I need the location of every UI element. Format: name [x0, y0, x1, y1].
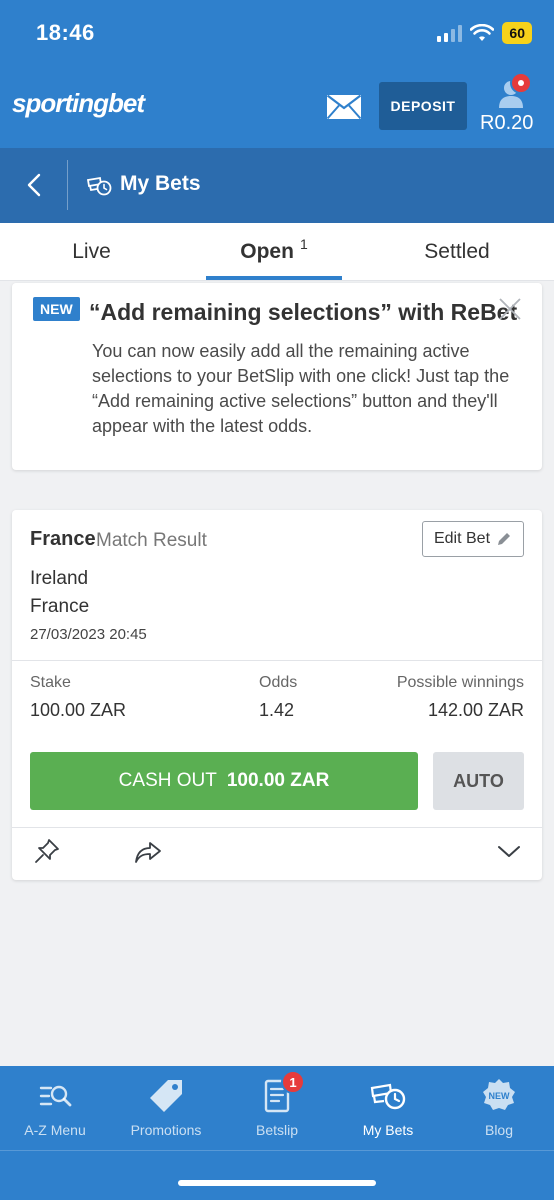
battery-indicator: 60: [502, 22, 532, 44]
cash-out-button[interactable]: CASH OUT 100.00 ZAR: [30, 752, 418, 810]
edit-bet-button[interactable]: Edit Bet: [422, 521, 524, 557]
svg-text:NEW: NEW: [489, 1091, 511, 1101]
nav-blog[interactable]: NEW Blog: [444, 1066, 554, 1150]
bet-market: Match Result: [96, 530, 207, 551]
event-datetime: 27/03/2023 20:45: [30, 626, 147, 643]
pin-icon[interactable]: [34, 838, 60, 864]
mail-icon[interactable]: [326, 94, 362, 120]
status-indicators: 60: [437, 22, 532, 44]
tab-open[interactable]: Open 1: [206, 223, 342, 281]
nav-separator: [0, 1150, 554, 1151]
chevron-left-icon: [27, 173, 41, 197]
chevron-down-icon[interactable]: [496, 840, 522, 862]
winnings-label: Possible winnings: [396, 674, 524, 691]
page-header: My Bets: [0, 148, 554, 223]
rebet-promo-card: NEW “Add remaining selections” with ReBe…: [12, 283, 542, 470]
cellular-signal-icon: [437, 24, 463, 42]
event-team-home: Ireland: [30, 568, 89, 589]
tab-open-count: 1: [299, 236, 308, 252]
header-divider: [67, 160, 68, 210]
nav-az-menu[interactable]: A-Z Menu: [0, 1066, 110, 1150]
nav-betslip[interactable]: 1 Betslip: [222, 1066, 332, 1150]
deposit-button[interactable]: DEPOSIT: [379, 82, 467, 130]
home-indicator[interactable]: [178, 1180, 376, 1186]
back-button[interactable]: [18, 168, 50, 202]
az-menu-icon: [39, 1085, 72, 1107]
status-time: 18:46: [36, 20, 95, 45]
blog-icon: NEW: [483, 1079, 515, 1110]
bet-selection: France: [30, 528, 96, 550]
winnings-value: 142.00 ZAR: [427, 700, 524, 720]
auto-cashout-button[interactable]: AUTO: [433, 752, 524, 810]
account-button[interactable]: R0.20: [476, 70, 546, 140]
stake-value: 100.00 ZAR: [30, 700, 127, 720]
mybets-icon: [86, 176, 112, 196]
app-header: 18:46 60 sportingbet DEPOSIT R0.20: [0, 0, 554, 148]
divider: [12, 827, 542, 828]
wifi-icon: [470, 24, 495, 41]
close-icon[interactable]: [498, 297, 522, 321]
tag-icon: [150, 1080, 182, 1112]
account-balance: R0.20: [480, 112, 534, 134]
promo-title: “Add remaining selections” with ReBet: [89, 299, 518, 325]
nav-my-bets[interactable]: My Bets: [333, 1066, 443, 1150]
odds-label: Odds: [259, 674, 298, 691]
tab-settled[interactable]: Settled: [370, 223, 544, 281]
brand-logo[interactable]: sportingbet: [12, 88, 145, 119]
event-team-away: France: [30, 596, 90, 617]
nav-promotions[interactable]: Promotions: [111, 1066, 221, 1150]
new-badge: NEW: [33, 297, 80, 321]
page-title: My Bets: [120, 172, 201, 195]
active-tab-indicator: [206, 276, 342, 280]
odds-value: 1.42: [259, 700, 295, 720]
share-icon[interactable]: [134, 840, 162, 864]
notification-dot: [510, 72, 532, 94]
pencil-icon: [498, 533, 511, 545]
mybets-icon: [370, 1083, 406, 1110]
bet-tabs: Live Open 1 Settled: [0, 223, 554, 281]
promo-text: You can now easily add all the remaining…: [92, 341, 510, 436]
betslip-count-badge: 1: [281, 1070, 305, 1094]
tab-live[interactable]: Live: [0, 223, 183, 281]
divider: [12, 660, 542, 661]
stake-label: Stake: [30, 674, 71, 691]
open-bet-card: France Match Result Edit Bet Ireland Fra…: [12, 510, 542, 880]
